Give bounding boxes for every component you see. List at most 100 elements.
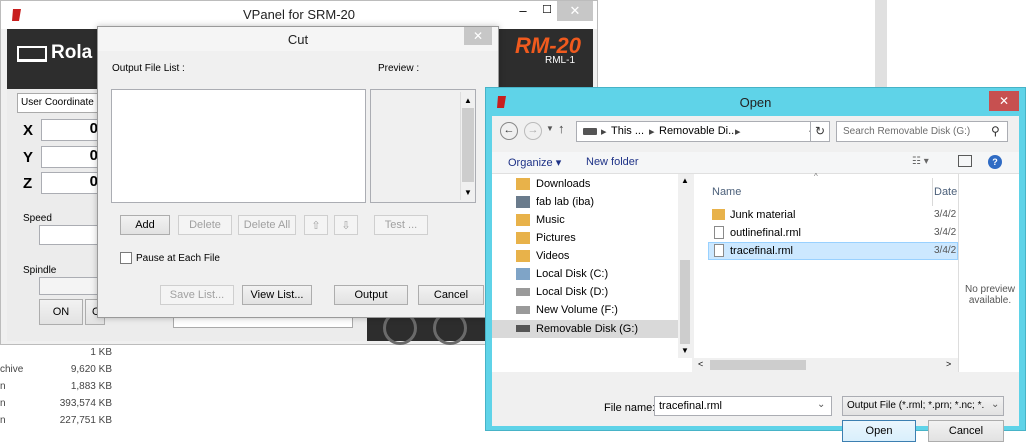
view-options-icon[interactable]: ☷ ▾	[912, 156, 929, 167]
up-arrow-icon[interactable]: ↑	[558, 121, 565, 136]
folder-icon	[712, 209, 725, 220]
scroll-thumb[interactable]	[710, 360, 806, 370]
file-type-dropdown-icon[interactable]: ⌄	[991, 399, 999, 410]
nav-item-fab-lab[interactable]: fab lab (iba)	[536, 196, 594, 208]
preview-scrollbar[interactable]: ▲ ▼	[460, 92, 475, 200]
file-size: 1 KB	[90, 347, 112, 358]
table-row-selected[interactable]: tracefinal.rml 3/4/2	[708, 242, 958, 260]
file-name-input[interactable]: tracefinal.rml ⌄	[654, 396, 832, 416]
output-button[interactable]: Output	[334, 285, 408, 305]
breadcrumb-this-pc[interactable]: This ...	[611, 125, 644, 137]
open-dialog: Open ✕ ← → ▼ ↑ ▸ This ... ▸ Removable Di…	[485, 87, 1026, 442]
open-titlebar[interactable]: Open ✕	[486, 88, 1025, 116]
pictures-icon	[516, 232, 530, 244]
file-name-dropdown-icon[interactable]: ⌄	[817, 399, 825, 410]
table-row[interactable]: Junk material 3/4/2	[694, 206, 958, 224]
sort-ascending-icon: ^	[814, 172, 818, 181]
help-icon[interactable]: ?	[988, 155, 1002, 169]
address-bar[interactable]: ▸ This ... ▸ Removable Di... ▸ ⌄	[576, 121, 830, 142]
file-type-select[interactable]: Output File (*.rml; *.prn; *.nc; *. ⌄	[842, 396, 1004, 416]
column-header-name[interactable]: Name	[712, 186, 741, 198]
scroll-right-icon[interactable]: >	[946, 359, 951, 369]
preview-label: Preview :	[378, 63, 420, 74]
scroll-down-icon[interactable]: ▼	[681, 346, 689, 355]
file-list-pane: ^ Name Date Junk material 3/4/2 outlinef…	[694, 172, 958, 372]
preview-pane-icon[interactable]	[958, 155, 972, 167]
scroll-left-icon[interactable]: <	[698, 359, 703, 369]
scroll-thumb[interactable]	[680, 260, 690, 344]
open-cancel-button[interactable]: Cancel	[928, 420, 1004, 442]
output-file-list-label: Output File List :	[112, 63, 185, 74]
nav-item-new-volume-f[interactable]: New Volume (F:)	[536, 304, 618, 316]
view-list-button[interactable]: View List...	[242, 285, 312, 305]
vpanel-titlebar[interactable]: VPanel for SRM-20 – ☐ ✕	[1, 1, 597, 29]
open-close-button[interactable]: ✕	[989, 91, 1019, 111]
search-input[interactable]: Search Removable Disk (G:) ⚲	[836, 121, 1008, 142]
output-file-list[interactable]	[111, 89, 366, 203]
nav-item-videos[interactable]: Videos	[536, 250, 569, 262]
cut-cancel-button[interactable]: Cancel	[418, 285, 484, 305]
speed-slider[interactable]	[39, 225, 103, 245]
music-icon	[516, 214, 530, 226]
maximize-button[interactable]: ☐	[539, 3, 555, 23]
brand-logo: Rola	[51, 42, 93, 63]
open-button[interactable]: Open	[842, 420, 916, 442]
add-button[interactable]: Add	[120, 215, 170, 235]
nav-item-downloads[interactable]: Downloads	[536, 178, 590, 190]
move-up-button[interactable]: ⇧	[304, 215, 328, 235]
cut-title: Cut	[287, 32, 309, 47]
scroll-up-icon[interactable]: ▲	[464, 96, 472, 105]
test-button[interactable]: Test ...	[374, 215, 428, 235]
table-row[interactable]: outlinefinal.rml 3/4/2	[694, 224, 958, 242]
scroll-up-icon[interactable]: ▲	[681, 176, 689, 185]
recent-locations-icon[interactable]: ▼	[546, 124, 554, 133]
pause-checkbox[interactable]	[120, 252, 132, 264]
axis-x-value: 0	[41, 119, 103, 141]
list-item: n 227,751 KB	[0, 415, 120, 432]
file-name: tracefinal.rml	[730, 245, 793, 257]
axis-z-label: Z	[23, 175, 33, 192]
minimize-button[interactable]: –	[515, 3, 531, 23]
nav-item-local-disk-c[interactable]: Local Disk (C:)	[536, 268, 608, 280]
file-icon	[714, 226, 724, 239]
back-arrow-icon[interactable]: ←	[500, 122, 518, 140]
scroll-down-icon[interactable]: ▼	[464, 188, 472, 197]
axis-x-label: X	[23, 122, 34, 139]
cut-titlebar[interactable]: Cut ✕	[98, 27, 498, 51]
file-type: chive	[0, 364, 24, 375]
cut-close-button[interactable]: ✕	[464, 27, 492, 45]
network-icon	[516, 196, 530, 208]
nav-scrollbar[interactable]: ▲ ▼	[678, 174, 692, 358]
nav-item-pictures[interactable]: Pictures	[536, 232, 576, 244]
spindle-slider[interactable]	[39, 277, 103, 295]
forward-arrow-icon[interactable]: →	[524, 122, 542, 140]
close-button[interactable]: ✕	[557, 1, 593, 21]
nav-item-removable-disk-g[interactable]: Removable Disk (G:)	[536, 323, 638, 335]
open-title: Open	[739, 95, 772, 110]
organize-button[interactable]: Organize ▾	[508, 156, 561, 169]
breadcrumb-removable-disk[interactable]: Removable Di...	[659, 125, 737, 137]
usb-drive-icon	[516, 325, 530, 332]
nav-item-music[interactable]: Music	[536, 214, 565, 226]
background-scrollbar[interactable]	[875, 0, 887, 92]
roland-logo-icon	[17, 46, 47, 62]
new-folder-button[interactable]: New folder	[586, 156, 639, 168]
move-down-button[interactable]: ⇩	[334, 215, 358, 235]
delete-all-button[interactable]: Delete All	[238, 215, 296, 235]
delete-button[interactable]: Delete	[178, 215, 232, 235]
scroll-thumb[interactable]	[462, 108, 474, 182]
coordinate-system-select[interactable]: User Coordinate S	[17, 93, 107, 113]
open-body: ← → ▼ ↑ ▸ This ... ▸ Removable Di... ▸ ⌄…	[492, 116, 1019, 442]
videos-icon	[516, 250, 530, 262]
refresh-icon[interactable]: ↻	[810, 121, 830, 142]
file-list-hscrollbar[interactable]: < >	[694, 358, 958, 372]
preview-pane: ▲ ▼	[370, 89, 476, 203]
save-list-button[interactable]: Save List...	[160, 285, 234, 305]
model-sub-label: RML-1	[545, 55, 576, 66]
file-size: 393,574 KB	[59, 398, 112, 409]
column-header-date[interactable]: Date	[934, 186, 957, 198]
nav-item-local-disk-d[interactable]: Local Disk (D:)	[536, 286, 608, 298]
spindle-on-button[interactable]: ON	[39, 299, 83, 325]
search-icon[interactable]: ⚲	[991, 124, 1000, 138]
file-date: 3/4/2	[934, 245, 957, 256]
